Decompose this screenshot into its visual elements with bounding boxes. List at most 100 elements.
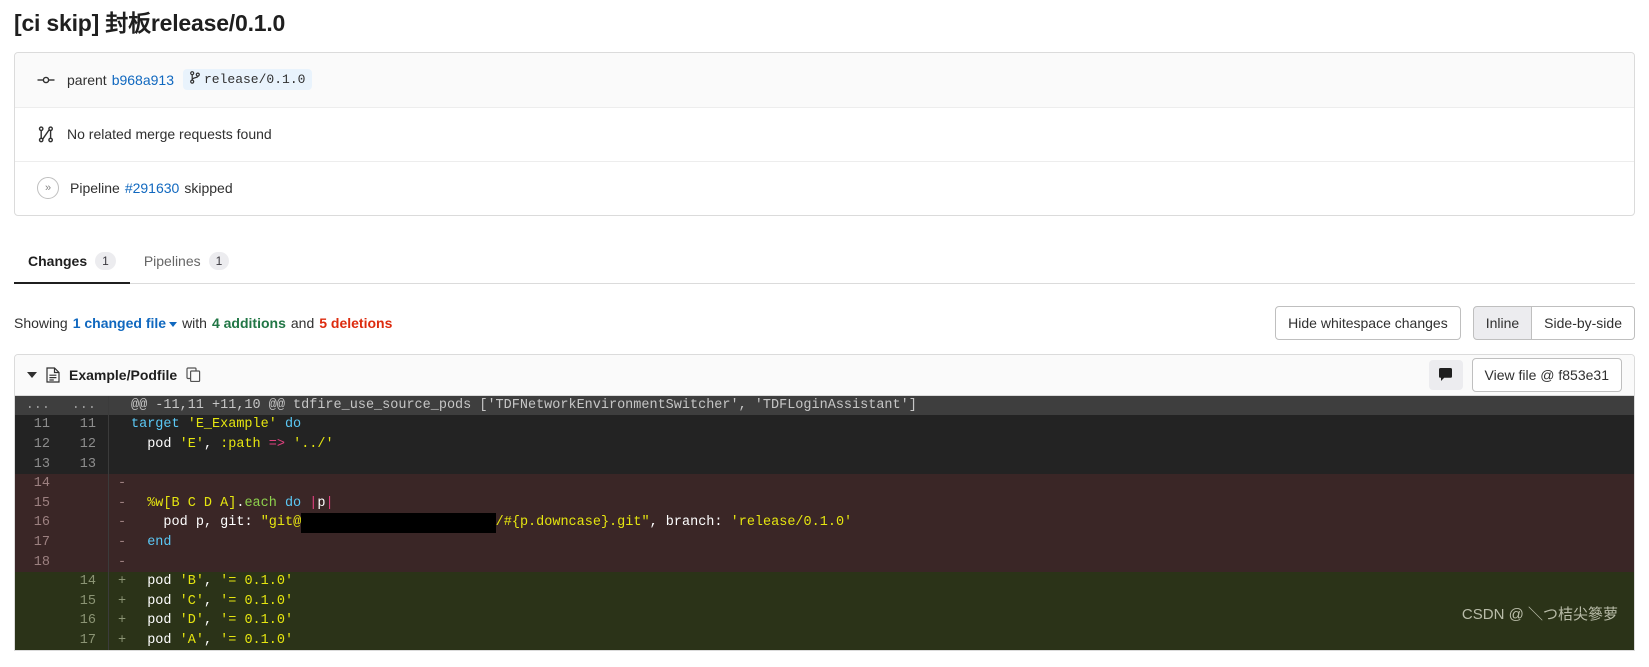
diff-line-content: pod 'C', '= 0.1.0' bbox=[147, 593, 294, 609]
showing-and: and bbox=[290, 314, 315, 331]
new-line-number[interactable]: 11 bbox=[62, 415, 109, 435]
new-line-number[interactable]: 16 bbox=[62, 611, 109, 631]
old-line-number[interactable]: 12 bbox=[15, 435, 62, 455]
pipeline-label: Pipeline bbox=[70, 180, 120, 197]
diff-line-content: pod 'A', '= 0.1.0' bbox=[147, 632, 294, 648]
diff-line-content: target 'E_Example' do bbox=[131, 417, 302, 433]
old-line-number[interactable]: 13 bbox=[15, 455, 62, 475]
commit-info-card: parent b968a913 release/0.1.0 No related… bbox=[14, 51, 1635, 216]
parent-sha-link[interactable]: b968a913 bbox=[112, 72, 174, 88]
old-line-number[interactable]: 17 bbox=[15, 533, 62, 553]
old-line-number[interactable] bbox=[15, 572, 62, 592]
diff-line-content: @@ -11,11 +11,10 @@ tdfire_use_source_po… bbox=[131, 397, 917, 413]
old-line-number[interactable] bbox=[15, 611, 62, 631]
old-line-number[interactable]: 14 bbox=[15, 474, 62, 494]
new-line-number[interactable] bbox=[62, 532, 109, 553]
hide-whitespace-button[interactable]: Hide whitespace changes bbox=[1275, 305, 1461, 340]
branch-icon bbox=[190, 71, 200, 88]
diff-line-add: 16 + pod 'D', '= 0.1.0' bbox=[15, 611, 1634, 631]
chevron-down-icon[interactable] bbox=[27, 371, 37, 378]
new-line-number[interactable]: 15 bbox=[62, 591, 109, 612]
branch-name: release/0.1.0 bbox=[204, 72, 306, 88]
tab-pipelines[interactable]: Pipelines 1 bbox=[130, 242, 244, 284]
diff-sign: - bbox=[118, 534, 127, 550]
diff-line-content: pod 'B', '= 0.1.0' bbox=[147, 574, 294, 590]
diff-line-content: pod 'D', '= 0.1.0' bbox=[147, 613, 294, 629]
showing-prefix: Showing bbox=[14, 314, 68, 331]
diff-sign: - bbox=[118, 554, 127, 570]
diff-line-content: pod p, git: "git@ /#{p.downcase}.git", b… bbox=[131, 513, 1634, 533]
tab-changes-label: Changes bbox=[28, 252, 88, 269]
diff-sign: + bbox=[118, 574, 127, 590]
page-title: [ci skip] 封板release/0.1.0 bbox=[14, 10, 286, 36]
diff-line-del: 15 - %w[B C D A].each do |p| bbox=[15, 493, 1634, 514]
pipeline-id-link[interactable]: #291630 bbox=[125, 180, 180, 196]
diff-file-header: Example/Podfile View file @ f853e31 bbox=[15, 354, 1634, 396]
view-mode-segmented: Inline Side-by-side bbox=[1472, 305, 1635, 340]
new-line-number[interactable]: 17 bbox=[62, 630, 109, 651]
merge-requests-row: No related merge requests found bbox=[15, 106, 1634, 161]
diff-sign bbox=[109, 455, 131, 475]
diff-line-context: 13 13 bbox=[15, 454, 1634, 475]
diff-tabs: Changes 1 Pipelines 1 bbox=[14, 242, 1635, 284]
changed-files-label: 1 changed file bbox=[72, 314, 167, 331]
diff-summary-bar: Showing 1 changed file with 4 additions … bbox=[14, 284, 1635, 354]
copy-path-icon[interactable] bbox=[186, 367, 201, 383]
old-line-number[interactable]: 18 bbox=[15, 553, 62, 573]
new-line-number[interactable] bbox=[62, 474, 109, 494]
diff-line-context: 12 12 pod 'E', :path => '../' bbox=[15, 434, 1634, 455]
diff-summary-text: Showing 1 changed file with 4 additions … bbox=[14, 315, 392, 331]
changed-files-dropdown[interactable]: 1 changed file bbox=[72, 314, 178, 331]
diff-hunk-header: ...... @@ -11,11 +11,10 @@ tdfire_use_sou… bbox=[15, 395, 1634, 416]
commit-dot-icon bbox=[37, 71, 55, 89]
new-line-number[interactable] bbox=[62, 552, 109, 573]
tab-pipelines-count: 1 bbox=[208, 251, 230, 270]
merge-requests-text: No related merge requests found bbox=[67, 126, 272, 143]
diff-line-add: 14 + pod 'B', '= 0.1.0' bbox=[15, 572, 1634, 592]
diff-line-del: 16 - pod p, git: "git@ /#{p.downcase}.git… bbox=[15, 513, 1634, 533]
old-line-number[interactable] bbox=[15, 631, 62, 651]
inline-view-button[interactable]: Inline bbox=[1472, 305, 1533, 340]
merge-request-icon bbox=[37, 125, 55, 143]
diff-lines: ...... @@ -11,11 +11,10 @@ tdfire_use_sou… bbox=[15, 395, 1634, 651]
skipped-icon: » bbox=[37, 177, 59, 200]
chevron-down-icon bbox=[169, 321, 178, 327]
old-line-number[interactable]: 11 bbox=[15, 415, 62, 435]
diff-sign bbox=[109, 435, 131, 455]
branch-chip[interactable]: release/0.1.0 bbox=[183, 69, 313, 91]
view-file-button[interactable]: View file @ f853e31 bbox=[1471, 357, 1622, 392]
new-line-number[interactable]: 12 bbox=[62, 434, 109, 455]
diff-sign: + bbox=[118, 613, 127, 629]
diff-sign bbox=[109, 396, 131, 416]
new-line-number[interactable]: 13 bbox=[62, 454, 109, 475]
old-line-number[interactable]: 16 bbox=[15, 513, 62, 533]
old-line-number[interactable] bbox=[15, 592, 62, 612]
commit-diff-page: [ci skip] 封板release/0.1.0 parent b968a91… bbox=[0, 0, 1649, 652]
old-line-number[interactable]: 15 bbox=[15, 494, 62, 514]
diff-line-content bbox=[131, 553, 1634, 573]
diff-line-del: 14 - bbox=[15, 474, 1634, 494]
old-line-number[interactable]: ... bbox=[15, 396, 62, 416]
diff-sign: - bbox=[118, 476, 127, 492]
tab-changes[interactable]: Changes 1 bbox=[14, 242, 130, 284]
diff-code-area: ...... @@ -11,11 +11,10 @@ tdfire_use_sou… bbox=[15, 395, 1634, 651]
new-line-number[interactable]: ... bbox=[62, 395, 109, 416]
new-line-number[interactable]: 14 bbox=[62, 572, 109, 592]
new-line-number[interactable] bbox=[62, 513, 109, 533]
diff-line-content bbox=[131, 474, 1634, 494]
new-line-number[interactable] bbox=[62, 493, 109, 514]
diff-sign: - bbox=[118, 515, 127, 531]
comment-icon[interactable] bbox=[1428, 359, 1463, 390]
pipeline-status: skipped bbox=[184, 180, 233, 197]
parent-label: parent bbox=[67, 71, 107, 88]
showing-with: with bbox=[182, 314, 207, 331]
diff-file-example-podfile: Example/Podfile View file @ f853e31 ... … bbox=[14, 353, 1635, 652]
diff-file-name[interactable]: Example/Podfile bbox=[69, 367, 177, 383]
diff-line-add: 17 + pod 'A', '= 0.1.0' bbox=[15, 630, 1634, 651]
side-by-side-view-button[interactable]: Side-by-side bbox=[1531, 305, 1635, 340]
tab-changes-count: 1 bbox=[95, 251, 116, 270]
parent-row: parent b968a913 release/0.1.0 bbox=[15, 52, 1634, 107]
diff-view-controls: Hide whitespace changes Inline Side-by-s… bbox=[1275, 305, 1635, 340]
diff-line-add: 15 + pod 'C', '= 0.1.0' bbox=[15, 591, 1634, 612]
diff-sign: + bbox=[118, 593, 127, 609]
